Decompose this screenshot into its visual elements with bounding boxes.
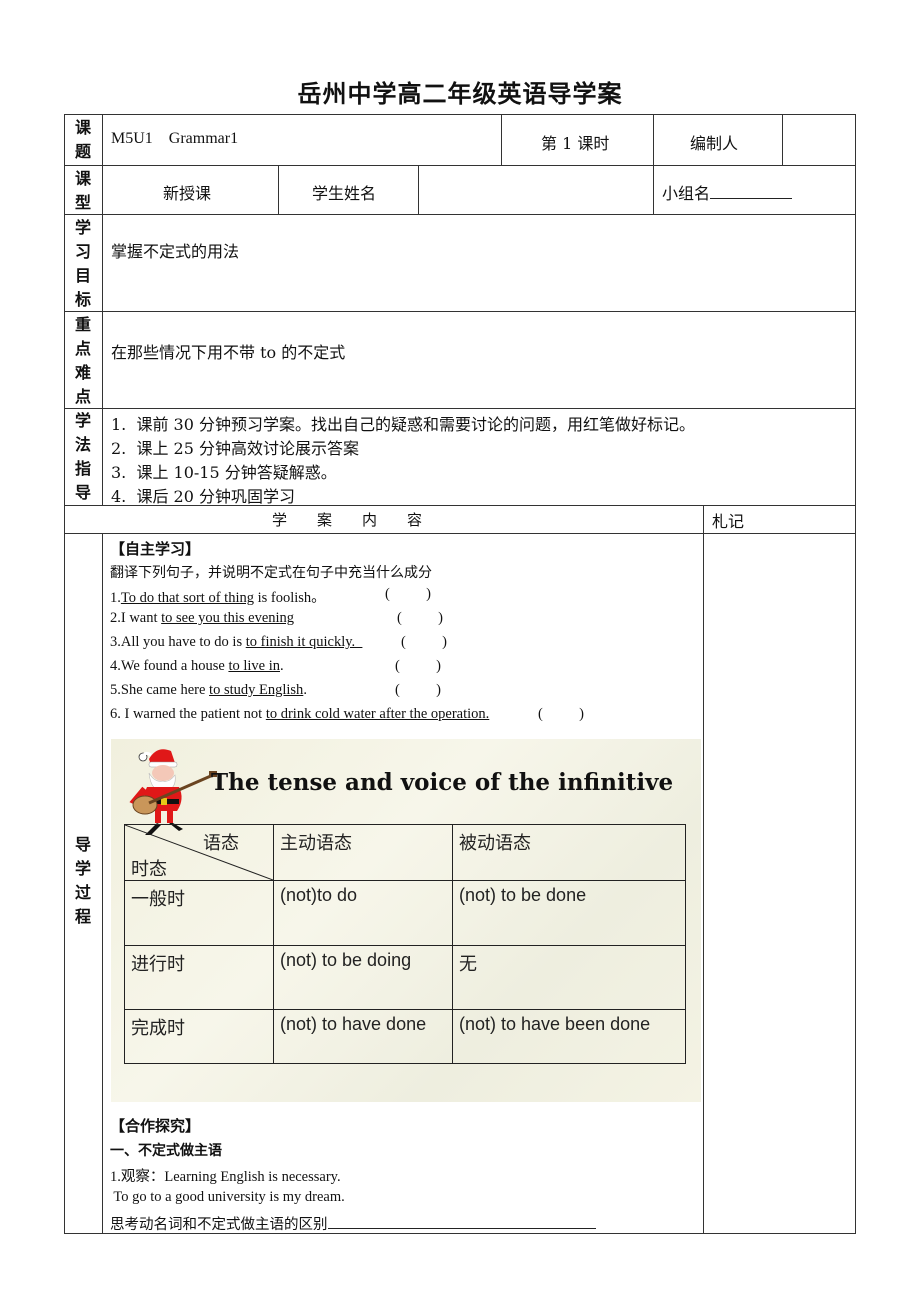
editor-field[interactable] (786, 120, 852, 160)
sentence-prefix: 2.I want (110, 610, 162, 626)
document-title: 岳州中学高二年级英语导学案 (297, 80, 623, 108)
answer-blank[interactable]: ( ) (397, 610, 443, 627)
content-header-title: 学 案 内 容 (272, 511, 423, 529)
answer-line[interactable] (327, 1214, 596, 1229)
answer-blank[interactable]: ( ) (538, 706, 584, 723)
infinitive-phrase: to live in (228, 658, 280, 674)
method-item: 4. 课后 20 分钟巩固学习 (111, 487, 295, 506)
tense-cell: 一般时 (124, 880, 274, 946)
tense-cell: 完成时 (124, 1009, 274, 1064)
slide-title: The tense and voice of the infinitive (211, 769, 674, 796)
table-header-row: 语态 时态 主动语态 被动语态 (124, 824, 686, 881)
column-header-active: 主动语态 (273, 824, 453, 881)
sentence-suffix: . (280, 658, 284, 674)
infinitive-phrase: to drink cold water after the operation. (265, 706, 490, 722)
cooperation-question-text: 思考动名词和不定式做主语的区别 (110, 1217, 328, 1233)
answer-blank[interactable]: ( ) (401, 634, 447, 651)
sentence-suffix: . (303, 682, 307, 698)
infinitive-phrase: to finish it quickly. (245, 634, 363, 650)
method-item: 2. 课上 25 分钟高效讨论展示答案 (111, 439, 359, 458)
tense-cell: 进行时 (124, 945, 274, 1010)
sentence-prefix: 3.All you have to do is (110, 634, 246, 650)
table-row: 一般时 (not)to do (not) to be done (124, 880, 686, 946)
method-item: 3. 课上 10-15 分钟答疑解惑。 (111, 463, 337, 482)
label-text: 重点难点 (74, 315, 91, 406)
passive-cell: (not) to have been done (452, 1009, 686, 1064)
period-value: 第 1 课时 (541, 134, 610, 153)
row-label-key-points: 重点难点 (64, 313, 102, 409)
exercise-item: 2.I want to see you this evening ( ) (110, 610, 443, 627)
method-item: 1. 课前 30 分钟预习学案。找出自己的疑惑和需要讨论的问题，用红笔做好标记。 (111, 415, 695, 434)
passive-cell: 无 (452, 945, 686, 1010)
column-header-passive: 被动语态 (452, 824, 686, 881)
sentence-suffix: is foolish。 (253, 590, 326, 606)
lesson-type-value: 新授课 (163, 184, 212, 203)
row-label-process: 导学过程 (64, 833, 102, 929)
editor-label: 编制人 (690, 134, 739, 153)
notes-area[interactable] (705, 535, 854, 1232)
exercise-item: 6. I warned the patient not to drink col… (110, 706, 584, 723)
sentence-prefix: 5.She came here (110, 682, 210, 698)
sentence-prefix: 6. I warned the patient not (110, 706, 266, 722)
cooperation-heading: 【合作探究】 (110, 1117, 201, 1135)
row-label-objectives: 学习目标 (64, 216, 102, 312)
exercise-item: 4.We found a house to live in. ( ) (110, 658, 441, 675)
group-name-label: 小组名 (662, 184, 711, 203)
table-row: 进行时 (not) to be doing 无 (124, 945, 686, 1010)
corner-tense-label: 时态 (131, 859, 167, 880)
cooperation-subheading: 一、不定式做主语 (110, 1143, 222, 1159)
self-study-instruction: 翻译下列句子，并说明不定式在句子中充当什么成分 (110, 565, 432, 581)
student-name-label: 学生姓名 (312, 184, 377, 203)
row-label-topic: 课题 (64, 116, 102, 164)
group-name-field[interactable]: 小组名 (662, 180, 793, 204)
corner-cell: 语态 时态 (124, 824, 274, 881)
group-name-blank[interactable] (710, 184, 793, 199)
label-text: 学法指导 (74, 411, 91, 502)
exercise-item: 3.All you have to do is to finish it qui… (110, 634, 447, 651)
passive-cell: (not) to be done (452, 880, 686, 946)
self-study-heading: 【自主学习】 (110, 540, 201, 558)
exercise-item: 1.To do that sort of thing is foolish。 (… (110, 586, 431, 607)
cooperation-line: To go to a good university is my dream. (110, 1189, 345, 1205)
infinitive-phrase: to study English (209, 682, 304, 698)
santa-guitar-icon (129, 749, 217, 835)
answer-blank[interactable]: ( ) (385, 586, 431, 603)
answer-blank[interactable]: ( ) (395, 658, 441, 675)
active-cell: (not) to have done (273, 1009, 453, 1064)
student-name-field[interactable] (422, 170, 650, 210)
topic-value: M5U1 Grammar1 (111, 130, 239, 147)
infinitive-tense-voice-table: 语态 时态 主动语态 被动语态 一般时 (not)to do (not) to … (124, 824, 686, 1064)
active-cell: (not)to do (273, 880, 453, 946)
key-points-text: 在那些情况下用不带 to 的不定式 (111, 343, 346, 362)
cooperation-line: 1.观察：Learning English is necessary. (110, 1169, 341, 1185)
active-cell: (not) to be doing (273, 945, 453, 1010)
label-text: 学习目标 (74, 218, 91, 309)
corner-voice-label: 语态 (203, 833, 239, 854)
row-label-lesson-type: 课型 (64, 167, 102, 215)
infinitive-phrase: to see you this evening (161, 610, 295, 626)
label-text: 课型 (74, 169, 91, 212)
cooperation-question: 思考动名词和不定式做主语的区别 (110, 1213, 596, 1234)
label-text: 课题 (74, 118, 91, 161)
infinitive-phrase: To do that sort of thing (120, 590, 254, 606)
sentence-prefix: 4.We found a house (110, 658, 229, 674)
sentence-suffix (489, 706, 493, 722)
label-text: 导学过程 (74, 835, 91, 926)
sentence-prefix: 1. (110, 590, 121, 606)
objectives-text: 掌握不定式的用法 (111, 242, 240, 261)
table-row: 完成时 (not) to have done (not) to have bee… (124, 1009, 686, 1064)
answer-blank[interactable]: ( ) (395, 682, 441, 699)
exercise-item: 5.She came here to study English. ( ) (110, 682, 441, 699)
row-label-method: 学法指导 (64, 409, 102, 505)
infinitive-slide-image: The tense and voice of the infinitive 语态… (111, 739, 701, 1102)
notes-header: 札记 (712, 512, 745, 531)
